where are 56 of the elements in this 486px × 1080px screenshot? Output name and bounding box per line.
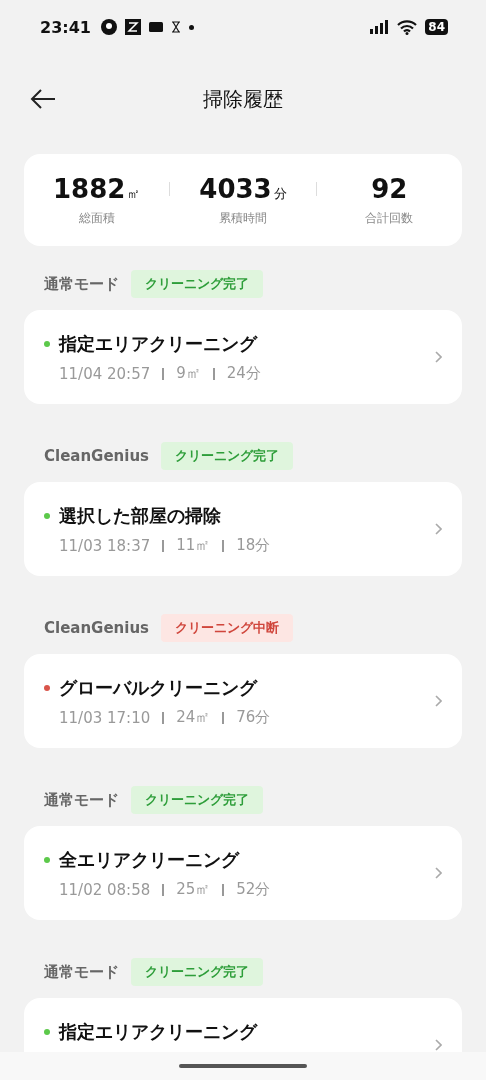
- record-duration: 52分: [236, 880, 271, 899]
- record-area: 24㎡: [176, 708, 211, 727]
- record-title: 全エリアクリーニング: [59, 848, 239, 872]
- mode-label: CleanGenius: [44, 619, 150, 637]
- back-button[interactable]: [30, 88, 56, 110]
- record-date: 11/02 08:58: [59, 880, 151, 899]
- record-duration: 24分: [226, 364, 261, 383]
- record-duration: 76分: [236, 708, 271, 727]
- mode-label: 通常モード: [44, 790, 119, 810]
- page-title: 掃除履歴: [203, 85, 283, 113]
- record-title: 指定エリアクリーニング: [59, 332, 257, 356]
- stat-label: 総面積: [78, 209, 115, 227]
- stat-value: 92: [371, 173, 408, 204]
- status-tag: クリーニング完了: [131, 786, 263, 814]
- record-date: 11/03 18:37: [59, 536, 151, 555]
- mode-label: 通常モード: [44, 962, 119, 982]
- record-card[interactable]: 指定エリアクリーニング 11/04 20:57 9㎡ 24分: [24, 310, 462, 404]
- mode-label: 通常モード: [44, 274, 119, 294]
- chevron-right-icon: [435, 867, 442, 879]
- stat-value: 4033: [199, 173, 272, 204]
- record-title: グローバルクリーニング: [59, 676, 257, 700]
- chevron-right-icon: [435, 351, 442, 363]
- mode-label: CleanGenius: [44, 447, 150, 465]
- stat-unit: ㎡: [127, 184, 141, 203]
- record-duration: 18分: [236, 536, 271, 555]
- chevron-right-icon: [435, 1039, 442, 1051]
- status-time: 23:41: [40, 17, 91, 37]
- stat-label: 累積時間: [219, 209, 267, 227]
- wifi-icon: [397, 19, 418, 35]
- app-notification-icon: [100, 19, 117, 35]
- record-area: 9㎡: [176, 364, 201, 383]
- stat-value: 1882: [52, 173, 126, 204]
- record-area: 11㎡: [176, 536, 211, 555]
- battery-level: 84: [425, 19, 448, 35]
- chevron-right-icon: [435, 695, 442, 707]
- record-title: 選択した部屋の掃除: [59, 504, 221, 528]
- status-tag: クリーニング完了: [131, 958, 263, 986]
- hourglass-icon: [170, 21, 181, 33]
- record-title: 指定エリアクリーニング: [59, 1020, 257, 1044]
- card-icon: [148, 22, 163, 32]
- record-card[interactable]: 全エリアクリーニング 11/02 08:58 25㎡ 52分: [24, 826, 462, 920]
- stat-unit: 分: [273, 184, 287, 203]
- status-tag: クリーニング中断: [161, 614, 294, 642]
- status-tag: クリーニング完了: [161, 442, 294, 470]
- record-date: 11/04 20:57: [59, 364, 151, 383]
- status-tag: クリーニング完了: [131, 270, 263, 298]
- record-card[interactable]: グローバルクリーニング 11/03 17:10 24㎡ 76分: [24, 654, 462, 748]
- dot-icon: [188, 24, 194, 30]
- app-notification-icon: [124, 19, 141, 35]
- record-area: 25㎡: [176, 880, 211, 899]
- chevron-right-icon: [435, 523, 442, 535]
- record-card[interactable]: 選択した部屋の掃除 11/03 18:37 11㎡ 18分: [24, 482, 462, 576]
- signal-icon: [370, 20, 390, 34]
- stat-label: 合計回数: [365, 209, 414, 227]
- record-card[interactable]: 指定エリアクリーニング: [24, 998, 462, 1052]
- record-date: 11/03 17:10: [59, 708, 151, 727]
